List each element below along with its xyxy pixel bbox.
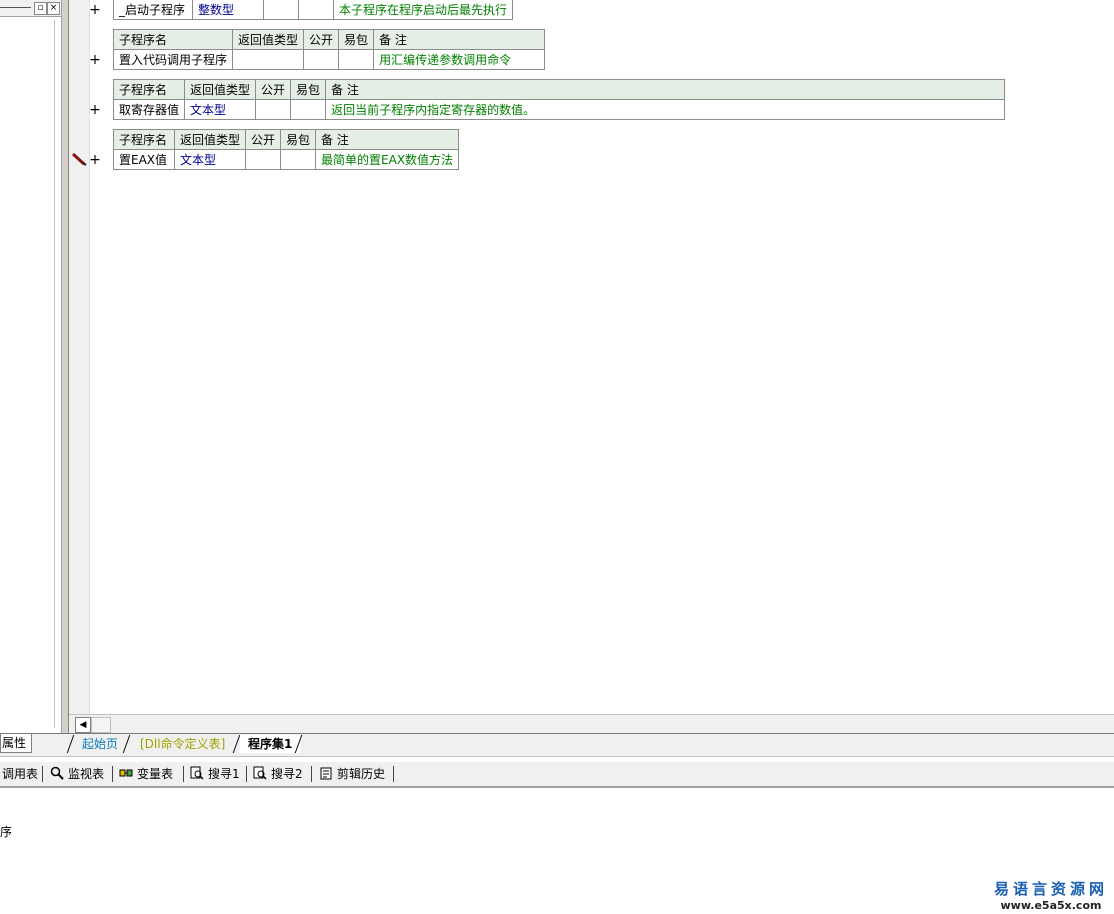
watermark-cn: 易语言资源网 <box>993 880 1108 898</box>
search2-button[interactable]: 搜寻2 <box>253 765 303 783</box>
search1-icon <box>190 766 204 780</box>
col-header-return: 返回值类型 <box>173 129 247 150</box>
proc-name[interactable]: _启动子程序 <box>113 0 193 20</box>
proc-name[interactable]: 置EAX值 <box>113 149 175 170</box>
toolbar-divider <box>393 766 394 782</box>
horizontal-scrollbar[interactable]: ◀ <box>69 714 1114 733</box>
left-panel: ▫ × <box>0 0 62 733</box>
toolbar-divider <box>112 766 113 782</box>
proc-note[interactable]: 本子程序在程序启动后最先执行 <box>332 0 514 20</box>
col-header-public: 公开 <box>245 129 282 150</box>
magnifier-icon <box>50 766 64 780</box>
search2-label: 搜寻2 <box>271 767 303 781</box>
col-header-return: 返回值类型 <box>232 29 305 50</box>
col-header-package: 易包 <box>280 129 317 150</box>
proc-name[interactable]: 置入代码调用子程序 <box>112 49 234 70</box>
expand-icon[interactable]: + <box>88 53 102 67</box>
toolbar-divider <box>311 766 312 782</box>
watch-table-button[interactable]: 监视表 <box>50 765 104 783</box>
clipboard-history-button[interactable]: 剪辑历史 <box>319 765 385 783</box>
procedure-header-row: 子程序名 返回值类型 公开 易包 备 注 <box>113 129 460 150</box>
bottom-toolbar: 调用表 监视表 变量表 搜寻1 搜寻2 剪辑历史 <box>0 762 1114 788</box>
col-header-package: 易包 <box>290 79 327 100</box>
clipboard-icon <box>320 767 332 780</box>
col-header-return: 返回值类型 <box>184 79 257 100</box>
col-header-note: 备 注 <box>325 79 1006 100</box>
procedure-row: 取寄存器值 文本型 返回当前子程序内指定寄存器的数值。 <box>112 99 1006 120</box>
tab-start-page[interactable]: 起始页 <box>74 735 126 753</box>
toolbar-divider <box>183 766 184 782</box>
toolbar-divider <box>246 766 247 782</box>
watermark-url: www.e5a5x.com <box>1000 899 1102 912</box>
procedure-header-row: 子程序名 返回值类型 公开 易包 备 注 <box>112 79 1006 100</box>
proc-public[interactable] <box>303 49 340 70</box>
tab-program-set[interactable]: 程序集1 <box>240 735 301 753</box>
variable-table-label: 变量表 <box>137 767 174 781</box>
project-tree[interactable] <box>0 20 55 728</box>
variable-icon <box>119 769 133 777</box>
proc-return-type[interactable]: 文本型 <box>173 149 247 170</box>
procedure-table: 子程序名 返回值类型 公开 易包 备 注 置入代码调用子程序 用汇编传递参数调用… <box>112 29 546 70</box>
col-header-public: 公开 <box>255 79 292 100</box>
procedure-row: 置入代码调用子程序 用汇编传递参数调用命令 <box>112 49 546 70</box>
search2-icon <box>253 766 267 780</box>
expand-icon[interactable]: + <box>88 153 102 167</box>
proc-public[interactable] <box>245 149 282 170</box>
col-header-name: 子程序名 <box>112 79 186 100</box>
proc-package[interactable] <box>290 99 327 120</box>
minimize-icon[interactable]: ▫ <box>34 2 47 15</box>
tab-strip: 属性 起始页 [Dll命令定义表] 程序集1 <box>0 733 1114 757</box>
proc-package[interactable] <box>298 0 334 20</box>
pencil-icon <box>71 152 87 166</box>
titlebar-grip <box>0 7 31 8</box>
search1-label: 搜寻1 <box>208 767 240 781</box>
code-editor[interactable]: + _启动子程序 整数型 本子程序在程序启动后最先执行 + 子程序名 返回值类型… <box>69 0 1114 714</box>
col-header-note: 备 注 <box>315 129 460 150</box>
proc-package[interactable] <box>338 49 375 70</box>
proc-note[interactable]: 最简单的置EAX数值方法 <box>315 149 460 170</box>
proc-public[interactable] <box>255 99 292 120</box>
splitter[interactable] <box>62 0 69 733</box>
toolbar-divider <box>42 766 43 782</box>
col-header-note: 备 注 <box>373 29 546 50</box>
editor-margin <box>69 0 90 714</box>
procedure-row: _启动子程序 整数型 本子程序在程序启动后最先执行 <box>113 0 514 20</box>
proc-public[interactable] <box>263 0 299 20</box>
watch-table-label: 监视表 <box>68 767 105 781</box>
close-icon[interactable]: × <box>47 2 60 15</box>
variable-table-button[interactable]: 变量表 <box>119 765 173 783</box>
col-header-name: 子程序名 <box>112 29 234 50</box>
proc-name[interactable]: 取寄存器值 <box>112 99 186 120</box>
col-header-name: 子程序名 <box>113 129 175 150</box>
expand-icon[interactable]: + <box>88 3 102 17</box>
call-table-button[interactable]: 调用表 <box>2 765 38 783</box>
proc-note[interactable]: 返回当前子程序内指定寄存器的数值。 <box>325 99 1006 120</box>
clipboard-history-label: 剪辑历史 <box>337 767 386 781</box>
proc-package[interactable] <box>280 149 317 170</box>
proc-note[interactable]: 用汇编传递参数调用命令 <box>373 49 546 70</box>
col-header-package: 易包 <box>338 29 375 50</box>
expand-icon[interactable]: + <box>88 103 102 117</box>
procedure-row: 置EAX值 文本型 最简单的置EAX数值方法 <box>113 149 460 170</box>
col-header-public: 公开 <box>303 29 340 50</box>
proc-return-type[interactable]: 整数型 <box>192 0 264 20</box>
tab-dll-definitions[interactable]: [Dll命令定义表] <box>132 735 233 753</box>
procedure-header-row: 子程序名 返回值类型 公开 易包 备 注 <box>112 29 546 50</box>
procedure-table: _启动子程序 整数型 本子程序在程序启动后最先执行 <box>113 0 514 20</box>
procedure-table: 子程序名 返回值类型 公开 易包 备 注 取寄存器值 文本型 返回当前子程序内指… <box>112 79 1006 120</box>
watermark-logo: 易语言资源网 www.e5a5x.com <box>994 878 1108 912</box>
proc-return-type[interactable]: 文本型 <box>184 99 257 120</box>
proc-return-type[interactable] <box>232 49 305 70</box>
left-panel-titlebar: ▫ × <box>0 0 61 17</box>
status-text: 序 <box>0 825 13 839</box>
scroll-thumb[interactable] <box>91 717 111 733</box>
tab-properties[interactable]: 属性 <box>0 734 32 753</box>
search1-button[interactable]: 搜寻1 <box>190 765 240 783</box>
scroll-left-icon[interactable]: ◀ <box>75 717 91 733</box>
procedure-table: 子程序名 返回值类型 公开 易包 备 注 置EAX值 文本型 最简单的置EAX数… <box>113 129 460 170</box>
call-table-label: 调用表 <box>2 767 39 781</box>
